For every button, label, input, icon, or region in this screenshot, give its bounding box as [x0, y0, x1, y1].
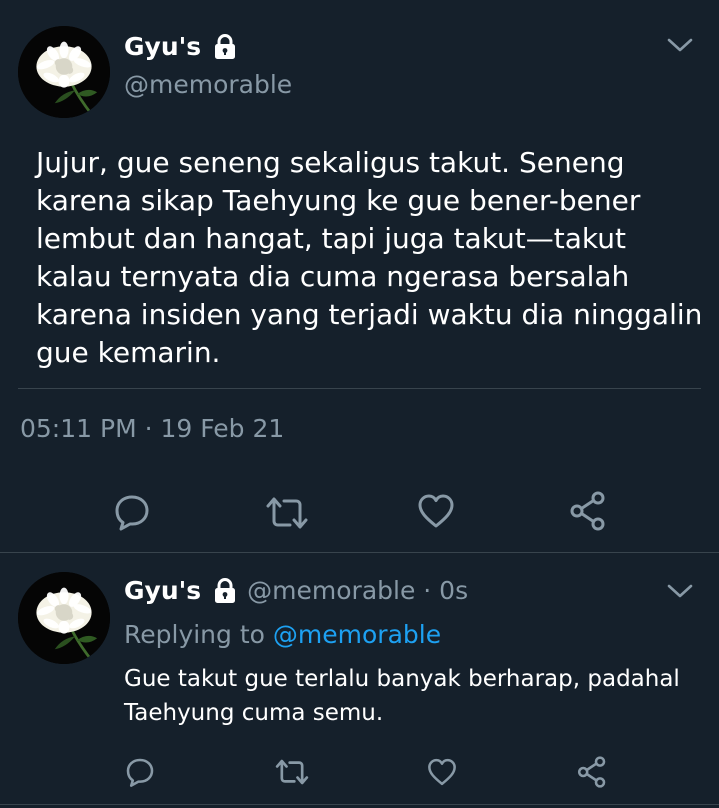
lock-icon [213, 577, 237, 604]
like-icon[interactable] [426, 757, 458, 787]
chrysanthemum-image [18, 26, 110, 118]
replying-to-label: Replying to [124, 620, 265, 649]
like-icon[interactable] [416, 492, 456, 530]
lock-icon [213, 33, 237, 60]
reply-avatar[interactable] [18, 572, 110, 664]
author-name[interactable]: Gyu's [124, 32, 237, 61]
divider [0, 804, 719, 805]
author-handle[interactable]: @memorable [124, 70, 292, 99]
reply-author-name[interactable]: Gyu's [124, 576, 237, 605]
divider [18, 388, 701, 389]
chevron-down-icon[interactable] [666, 582, 694, 600]
reply-icon[interactable] [112, 492, 152, 532]
reply-text: Gue takut gue terlalu banyak berharap, p… [124, 666, 680, 726]
author-display-name[interactable]: Gyu's [124, 32, 201, 61]
share-icon[interactable] [576, 755, 608, 789]
chrysanthemum-image [18, 572, 110, 664]
avatar[interactable] [18, 26, 110, 118]
replying-to-line: Replying to @memorable [124, 620, 441, 649]
reply-author-display-name[interactable]: Gyu's [124, 576, 201, 605]
reply-handle-time[interactable]: @memorable · 0s [247, 576, 468, 605]
share-icon[interactable] [568, 490, 608, 532]
replying-to-mention[interactable]: @memorable [273, 620, 441, 649]
retweet-icon[interactable] [264, 494, 310, 532]
reply-header: Gyu's @memorable · 0s [124, 576, 468, 605]
retweet-icon[interactable] [274, 757, 310, 787]
tweet-detail-screen: Gyu's @memorable Jujur, gue seneng sekal… [0, 0, 719, 808]
tweet-text: Jujur, gue seneng sekaligus takut. Senen… [36, 146, 703, 369]
reply-icon[interactable] [124, 756, 156, 788]
chevron-down-icon[interactable] [666, 36, 694, 54]
tweet-timestamp[interactable]: 05:11 PM · 19 Feb 21 [20, 414, 284, 443]
divider [0, 552, 719, 553]
